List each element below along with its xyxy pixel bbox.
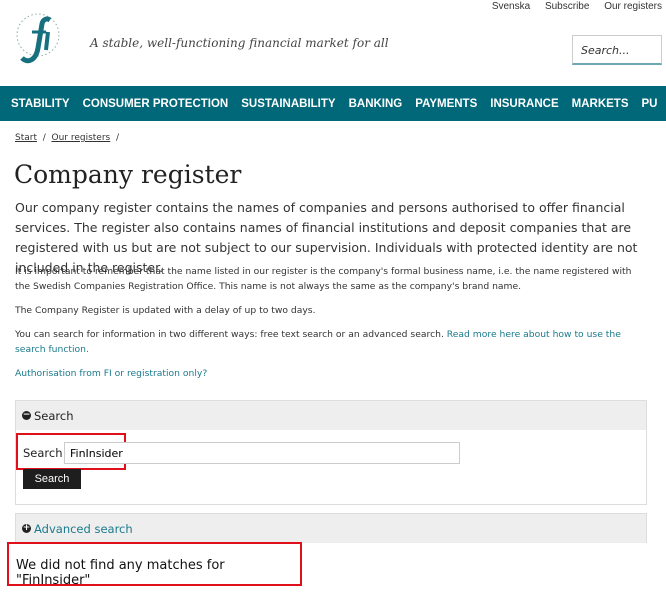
nav-banking[interactable]: BANKING [349,98,403,110]
intro-p2: The Company Register is updated with a d… [15,305,316,316]
minus-circle-icon: − [22,410,31,420]
search-input[interactable] [64,442,460,464]
plus-circle-icon: + [22,523,31,533]
intro-p1: It is important to remember that the nam… [15,266,632,292]
nav-insurance[interactable]: INSURANCE [490,98,558,110]
no-results-message: We did not find any matches for "FinInsi… [7,542,302,588]
nav-stability[interactable]: STABILITY [11,98,70,110]
site-search-input[interactable]: Search... [572,35,662,65]
nav-payments[interactable]: PAYMENTS [415,98,477,110]
page-title: Company register [14,160,242,189]
breadcrumb-our-registers[interactable]: Our registers [51,133,110,143]
link-our-registers[interactable]: Our registers [604,1,662,12]
p3-text: You can search for information in two di… [15,329,447,340]
nav-pu[interactable]: PU [642,98,658,110]
advanced-search-header[interactable]: + Advanced search [16,514,646,543]
search-panel-title: Search [34,408,74,423]
link-svenska[interactable]: Svenska [492,1,530,12]
nav-consumer-protection[interactable]: CONSUMER PROTECTION [83,98,229,110]
nav-markets[interactable]: MARKETS [572,98,629,110]
link-subscribe[interactable]: Subscribe [545,1,589,12]
breadcrumb-start[interactable]: Start [15,133,37,143]
tagline: A stable, well-functioning financial mar… [90,36,389,50]
breadcrumb: Start / Our registers / [15,133,119,143]
main-nav: STABILITY CONSUMER PROTECTION SUSTAINABI… [0,86,666,121]
authorisation-link[interactable]: Authorisation from FI or registration on… [15,366,645,381]
advanced-search-panel: + Advanced search [15,513,647,543]
top-links: Svenska Subscribe Our registers [480,1,662,12]
search-panel-header[interactable]: − Search [16,401,646,430]
intro-p3: You can search for information in two di… [15,327,645,357]
search-button[interactable]: Search [23,469,81,489]
search-label: Search [23,446,63,460]
advanced-search-title[interactable]: Advanced search [34,522,133,536]
nav-sustainability[interactable]: SUSTAINABILITY [241,98,335,110]
fi-logo[interactable] [14,10,60,66]
